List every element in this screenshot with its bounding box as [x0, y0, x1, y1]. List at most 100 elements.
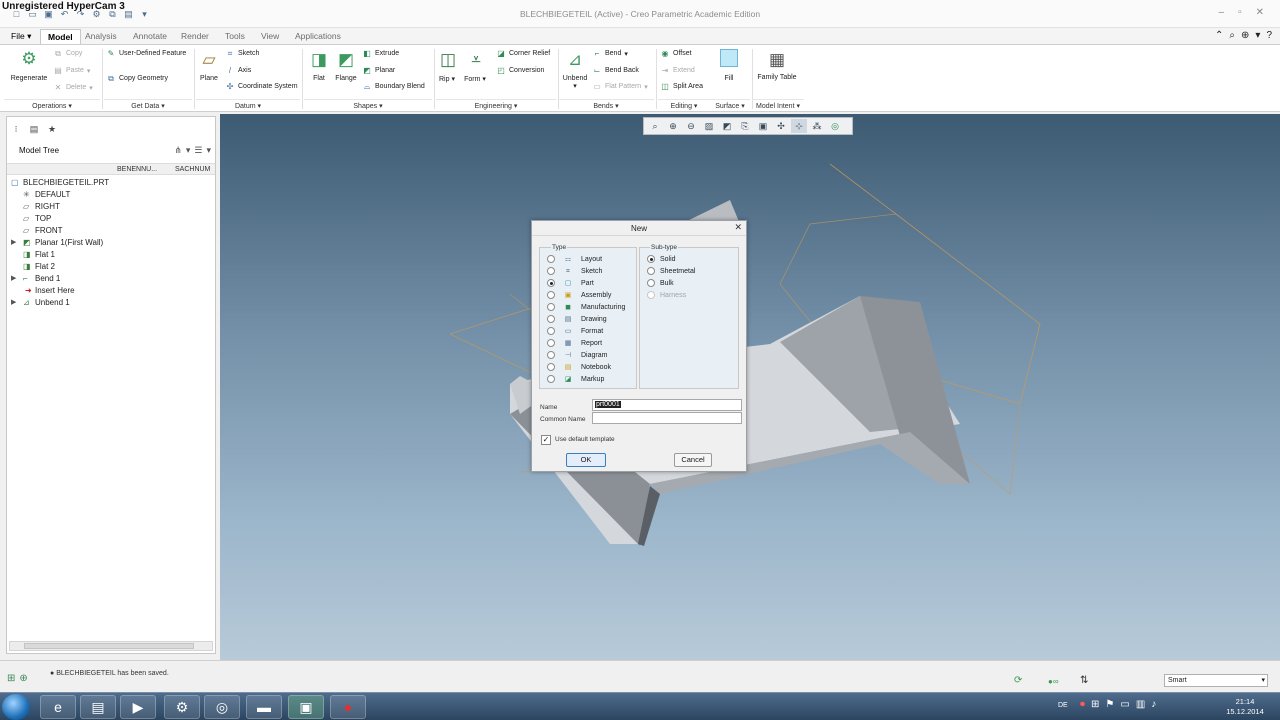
plane-button[interactable]: Plane: [194, 75, 224, 82]
favorites-icon[interactable]: ★: [45, 123, 59, 135]
zoom-out-icon[interactable]: ⊖: [683, 119, 699, 133]
tab-analysis[interactable]: Analysis: [78, 29, 124, 44]
copy-button[interactable]: ⧉ Copy: [53, 49, 82, 58]
bend-button[interactable]: ⌐ Bend ▾: [592, 49, 628, 58]
group-model-intent[interactable]: Model Intent ▾: [752, 99, 804, 111]
group-engineering[interactable]: Engineering ▾: [436, 99, 556, 111]
group-datum[interactable]: Datum ▾: [196, 99, 300, 111]
bend-back-button[interactable]: ⌙ Bend Back: [592, 66, 639, 75]
group-surface[interactable]: Surface ▾: [710, 99, 750, 111]
tab-applications[interactable]: Applications: [288, 29, 348, 44]
radio-button[interactable]: [547, 279, 555, 287]
language-indicator[interactable]: DE: [1058, 702, 1068, 709]
show-navigator-icon[interactable]: ⊞: [7, 673, 15, 684]
radio-button[interactable]: [547, 363, 555, 371]
radio-button[interactable]: [547, 351, 555, 359]
name-input[interactable]: prt0001: [592, 399, 742, 411]
tree-filter-dropdown-icon[interactable]: ▾: [186, 145, 191, 156]
tree-settings-icon[interactable]: ☰: [194, 145, 202, 156]
tab-annotate[interactable]: Annotate: [126, 29, 174, 44]
close-window-icon[interactable]: ✕: [1256, 7, 1264, 18]
group-editing[interactable]: Editing ▾: [658, 99, 710, 111]
spin-center-green-icon[interactable]: ◎: [827, 119, 843, 133]
group-bends[interactable]: Bends ▾: [558, 99, 654, 111]
hypercam-icon[interactable]: ●: [330, 695, 366, 719]
boundary-blend-button[interactable]: ⌓ Boundary Blend: [362, 82, 425, 91]
tree-filter-icon[interactable]: ⋔: [174, 145, 182, 156]
flat-button[interactable]: Flat: [306, 75, 332, 82]
media-player-icon[interactable]: ▶: [120, 695, 156, 719]
minimize-icon[interactable]: –: [1219, 7, 1225, 18]
radio-button[interactable]: [547, 303, 555, 311]
internet-explorer-icon[interactable]: e: [40, 695, 76, 719]
tree-horizontal-scrollbar[interactable]: [9, 641, 213, 651]
network-icon[interactable]: ▥: [1136, 699, 1145, 710]
split-area-button[interactable]: ◫ Split Area: [660, 82, 703, 91]
regenerate-button[interactable]: Regenerate: [6, 75, 52, 82]
radio-button[interactable]: [647, 267, 655, 275]
tree-settings-dropdown-icon[interactable]: ▾: [206, 145, 211, 156]
flange-button[interactable]: Flange: [333, 75, 359, 82]
scrollbar-thumb[interactable]: [24, 643, 194, 649]
conversion-button[interactable]: ◰ Conversion: [496, 66, 544, 75]
column-sachnummer[interactable]: SACHNUM: [175, 166, 210, 173]
radio-button[interactable]: [547, 339, 555, 347]
maximize-icon[interactable]: ▫: [1238, 7, 1242, 18]
display-style-icon[interactable]: ◩: [719, 119, 735, 133]
folder-browser-icon[interactable]: ▤: [27, 123, 41, 135]
form-button[interactable]: Form ▾: [460, 75, 490, 83]
offset-button[interactable]: ◉ Offset: [660, 49, 692, 58]
selection-filter-dropdown[interactable]: Smart ▾: [1164, 674, 1268, 687]
axis-button[interactable]: / Axis: [225, 66, 251, 75]
volume-icon[interactable]: ♪: [1151, 699, 1156, 710]
flag-icon[interactable]: ⚑: [1105, 699, 1114, 710]
radio-button[interactable]: [547, 255, 555, 263]
start-button[interactable]: [2, 694, 30, 720]
extend-button[interactable]: ⇥ Extend: [660, 66, 695, 75]
help-icon[interactable]: ⊕: [1241, 30, 1249, 41]
radio-button[interactable]: [647, 255, 655, 263]
view-manager-icon[interactable]: ▣: [755, 119, 771, 133]
common-name-input[interactable]: [592, 412, 742, 424]
use-default-template-checkbox[interactable]: ✓: [541, 435, 551, 445]
datum-display-icon[interactable]: ✣: [773, 119, 789, 133]
coordinate-system-button[interactable]: ✣ Coordinate System: [225, 82, 298, 91]
annotation-display-icon[interactable]: ⊹: [791, 119, 807, 133]
spin-center-icon[interactable]: ⁂: [809, 119, 825, 133]
delete-button[interactable]: ✕ Delete ▾: [53, 83, 93, 92]
search-icon[interactable]: ⌕: [1229, 30, 1235, 41]
family-table-icon[interactable]: ▦: [766, 49, 788, 71]
saved-orientations-icon[interactable]: ⎘: [737, 119, 753, 133]
monitor-icon[interactable]: ▭: [1120, 699, 1129, 710]
radio-button[interactable]: [647, 279, 655, 287]
unbend-icon[interactable]: ⊿: [564, 49, 586, 71]
paste-button[interactable]: ▤ Paste ▾: [53, 66, 90, 75]
rip-icon[interactable]: ◫: [437, 49, 459, 71]
radio-button[interactable]: [547, 291, 555, 299]
group-get-data[interactable]: Get Data ▾: [104, 99, 192, 111]
copy-geometry-button[interactable]: ⧉ Copy Geometry: [106, 74, 168, 83]
repaint-icon[interactable]: ▨: [701, 119, 717, 133]
command-prompt-icon[interactable]: ▬: [246, 695, 282, 719]
rip-button[interactable]: Rip ▾: [434, 75, 460, 83]
family-table-button[interactable]: Family Table: [756, 74, 798, 81]
fill-icon[interactable]: [720, 49, 738, 67]
column-benennung[interactable]: BENENNU...: [117, 166, 157, 173]
clock[interactable]: 21:14 15.12.2014: [1220, 697, 1270, 717]
group-shapes[interactable]: Shapes ▾: [304, 99, 432, 111]
user-defined-feature-button[interactable]: ✎ User-Defined Feature: [106, 49, 187, 58]
selection-filter-icon[interactable]: ⇅: [1080, 675, 1088, 686]
radio-button[interactable]: [547, 327, 555, 335]
browser-app-icon[interactable]: ◎: [204, 695, 240, 719]
unbend-button[interactable]: Unbend ▾: [558, 75, 592, 90]
radio-button[interactable]: [547, 315, 555, 323]
tab-view[interactable]: View: [254, 29, 286, 44]
tab-tools[interactable]: Tools: [218, 29, 252, 44]
group-operations[interactable]: Operations ▾: [4, 99, 100, 111]
radio-button[interactable]: [547, 267, 555, 275]
form-icon[interactable]: ⩡: [465, 49, 487, 71]
planar-button[interactable]: ◩ Planar: [362, 66, 395, 75]
zoom-in-icon[interactable]: ⊕: [665, 119, 681, 133]
cancel-button[interactable]: Cancel: [674, 453, 712, 467]
fill-button[interactable]: Fill: [716, 75, 742, 82]
